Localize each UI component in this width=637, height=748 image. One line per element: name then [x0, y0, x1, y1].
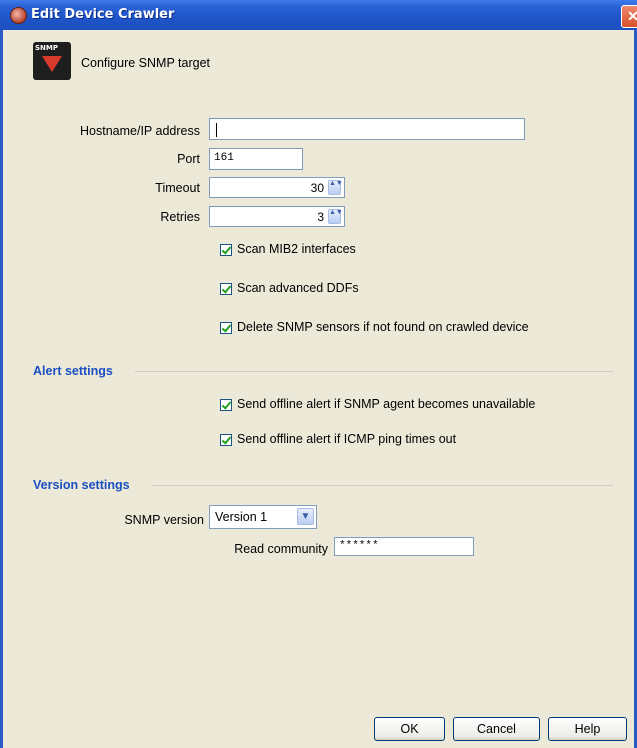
hostname-label: Hostname/IP address: [80, 124, 200, 138]
checkbox-checked-icon[interactable]: [220, 244, 232, 256]
window-title: Edit Device Crawler: [31, 7, 175, 22]
snmp-logo-icon: SNMP: [33, 42, 71, 80]
app-icon: [10, 7, 27, 24]
port-value: 161: [214, 152, 234, 164]
retries-value: 3: [317, 210, 324, 224]
spinner-arrows-icon[interactable]: ▲▼: [328, 209, 343, 224]
section-divider: [135, 371, 613, 372]
timeout-label: Timeout: [155, 181, 200, 195]
checkbox-checked-icon[interactable]: [220, 434, 232, 446]
offline-icmp-label: Send offline alert if ICMP ping times ou…: [237, 432, 457, 446]
scan-mib2-label: Scan MIB2 interfaces: [237, 242, 356, 256]
spinner-arrows-icon[interactable]: ▲▼: [328, 180, 343, 195]
cancel-button[interactable]: Cancel: [453, 717, 540, 741]
checkbox-checked-icon[interactable]: [220, 399, 232, 411]
help-button[interactable]: Help: [548, 717, 627, 741]
edit-device-crawler-dialog: Edit Device Crawler ✕ SNMP Configure SNM…: [0, 0, 637, 748]
window-border-left: [0, 30, 3, 748]
read-community-label: Read community: [234, 542, 328, 556]
snmp-version-value: Version 1: [215, 510, 268, 524]
retries-spinner[interactable]: 3 ▲▼: [209, 206, 345, 227]
snmp-version-select[interactable]: Version 1 ▼: [209, 505, 317, 529]
hostname-input[interactable]: [209, 118, 525, 140]
header-text: Configure SNMP target: [81, 56, 210, 70]
snmp-logo-label: SNMP: [35, 44, 58, 52]
close-icon[interactable]: ✕: [621, 5, 637, 28]
port-label: Port: [177, 152, 200, 166]
ok-button[interactable]: OK: [374, 717, 445, 741]
chevron-down-icon[interactable]: ▼: [297, 508, 314, 525]
section-divider: [152, 485, 613, 486]
snmp-version-label: SNMP version: [124, 513, 204, 527]
checkbox-checked-icon[interactable]: [220, 283, 232, 295]
alert-settings-title: Alert settings: [33, 364, 113, 378]
read-community-input[interactable]: ******: [334, 537, 474, 556]
delete-sensors-label: Delete SNMP sensors if not found on craw…: [237, 320, 529, 334]
text-caret: [216, 123, 217, 137]
snmp-logo-shape: [42, 56, 62, 72]
title-bar[interactable]: Edit Device Crawler ✕: [0, 0, 637, 30]
version-settings-title: Version settings: [33, 478, 130, 492]
port-input[interactable]: 161: [209, 148, 303, 170]
read-community-value: ******: [339, 540, 379, 552]
checkbox-checked-icon[interactable]: [220, 322, 232, 334]
timeout-value: 30: [310, 181, 324, 195]
offline-agent-label: Send offline alert if SNMP agent becomes…: [237, 397, 536, 411]
timeout-spinner[interactable]: 30 ▲▼: [209, 177, 345, 198]
retries-label: Retries: [160, 210, 200, 224]
scan-ddf-label: Scan advanced DDFs: [237, 281, 359, 295]
